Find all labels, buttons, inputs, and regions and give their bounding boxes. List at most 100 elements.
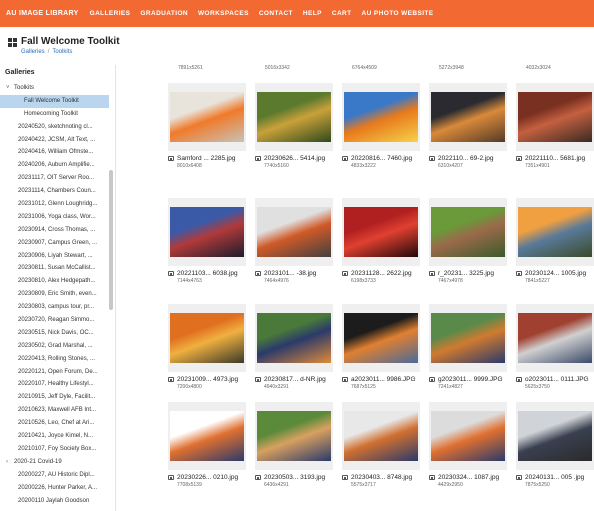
image-thumbnail[interactable]	[518, 313, 592, 363]
image-filename[interactable]: 20240131... 005 .jpg	[525, 474, 584, 481]
image-tile[interactable]: 20220816... 7460.jpg 4833x3222	[342, 83, 420, 169]
image-tile[interactable]: 20230503... 3193.jpg 6436x4291	[255, 402, 333, 488]
image-thumbnail-frame[interactable]	[429, 402, 507, 470]
breadcrumb-toolkits[interactable]: Toolkits	[52, 49, 72, 55]
image-thumbnail-frame[interactable]	[342, 198, 420, 266]
image-tile[interactable]: 20240131... 005 .jpg 7875x5250	[516, 402, 594, 488]
sidebar-item[interactable]: 20230803, campus tour, pr...	[0, 301, 109, 314]
sidebar-item[interactable]: 20230907, Campus Green, ...	[0, 237, 109, 250]
image-filename[interactable]: 20230503... 3193.jpg	[264, 474, 325, 481]
chevron-down-icon[interactable]: ˅	[6, 82, 14, 95]
sidebar-item[interactable]: Fall Welcome Toolkit	[0, 94, 109, 108]
image-thumbnail[interactable]	[518, 411, 592, 461]
image-filename[interactable]: 20231009... 4973.jpg	[177, 376, 238, 383]
sidebar-item[interactable]: 20220413, Rolling Stones, ...	[0, 353, 109, 366]
image-tile[interactable]: 20230817... d-NR.jpg 4940x3291	[255, 304, 333, 390]
sidebar-item[interactable]: 20200110 Jaylah Goodson	[0, 495, 109, 508]
image-thumbnail[interactable]	[170, 313, 244, 363]
image-tile[interactable]: Samford ... 2285.jpg 8010x6408	[168, 83, 246, 169]
image-thumbnail[interactable]	[344, 207, 418, 257]
nav-workspaces[interactable]: WORKSPACES	[198, 10, 249, 17]
sidebar-item[interactable]: 20210526, Leo, Chef at Ari...	[0, 417, 109, 430]
image-filename[interactable]: 20230403... 8748.jpg	[351, 474, 412, 481]
sidebar-item[interactable]: 20210915, Jeff Dyle, Facilit...	[0, 391, 109, 404]
image-tile[interactable]: 20221103... 6038.jpg 7144x4763	[168, 198, 246, 284]
image-thumbnail-frame[interactable]	[168, 402, 246, 470]
sidebar-item[interactable]: 20220121, Open Forum, De...	[0, 366, 109, 379]
image-thumbnail-frame[interactable]	[342, 304, 420, 372]
image-thumbnail[interactable]	[257, 207, 331, 257]
image-tile[interactable]: r_20231... 3225.jpg 7467x4978	[429, 198, 507, 284]
sidebar-item[interactable]: 20230720, Reagan Simmo...	[0, 314, 109, 327]
image-thumbnail[interactable]	[431, 313, 505, 363]
image-thumbnail-frame[interactable]	[168, 304, 246, 372]
chevron-right-icon[interactable]: ›	[6, 456, 14, 469]
image-thumbnail-frame[interactable]	[429, 198, 507, 266]
image-tile[interactable]: 2023101... -38.jpg 7464x4976	[255, 198, 333, 284]
image-tile[interactable]: 20231009... 4973.jpg 7200x4800	[168, 304, 246, 390]
sidebar-scrollbar[interactable]	[109, 170, 113, 310]
sidebar-item[interactable]: 20210107, Foy Society Box...	[0, 443, 109, 456]
image-thumbnail-frame[interactable]	[168, 83, 246, 151]
image-thumbnail-frame[interactable]	[429, 83, 507, 151]
image-thumbnail-frame[interactable]	[342, 402, 420, 470]
image-filename[interactable]: 20230226... 0210.jpg	[177, 474, 238, 481]
sidebar-item[interactable]: 20230906, Liyah Stewart, ...	[0, 250, 109, 263]
image-filename[interactable]: r_20231... 3225.jpg	[438, 270, 494, 277]
breadcrumb-galleries[interactable]: Galleries	[21, 49, 45, 55]
nav-cart[interactable]: CART	[332, 10, 352, 17]
image-tile[interactable]: 20221110... 5681.jpg 7351x4901	[516, 83, 594, 169]
sidebar-item[interactable]: 20240416, William Ofmste...	[0, 146, 109, 159]
image-tile[interactable]: 20230403... 8748.jpg 5575x3717	[342, 402, 420, 488]
sidebar-item[interactable]: 20240206, Auburn Amplifie...	[0, 159, 109, 172]
sidebar-item[interactable]: 20200227, AU Historic Dipl...	[0, 469, 109, 482]
sidebar-item[interactable]: 20230914, Cross Thomas, ...	[0, 224, 109, 237]
image-thumbnail[interactable]	[257, 92, 331, 142]
image-thumbnail[interactable]	[170, 207, 244, 257]
nav-graduation[interactable]: GRADUATION	[140, 10, 188, 17]
sidebar-item[interactable]: 20231117, OIT Server Roo...	[0, 172, 109, 185]
image-thumbnail-frame[interactable]	[516, 198, 594, 266]
image-thumbnail-frame[interactable]	[516, 402, 594, 470]
image-filename[interactable]: 20230324... 1087.jpg	[438, 474, 499, 481]
sidebar-item[interactable]: 20231114, Chambers Coun...	[0, 185, 109, 198]
image-filename[interactable]: o2023011... 0111.JPG	[525, 376, 589, 383]
image-tile[interactable]: 20231128... 2622.jpg 6198x3733	[342, 198, 420, 284]
sidebar-folder[interactable]: › 2020-21 Covid-19	[0, 456, 109, 469]
image-filename[interactable]: 20230626... 5414.jpg	[264, 155, 325, 162]
sidebar-item[interactable]: 20240422, JCSM, Alt Text, ...	[0, 134, 109, 147]
sidebar-item[interactable]: 20210421, Joyce Kimel, N...	[0, 430, 109, 443]
image-thumbnail[interactable]	[170, 411, 244, 461]
sidebar-item[interactable]: Homecoming Toolkit	[0, 108, 109, 121]
image-thumbnail-frame[interactable]	[168, 198, 246, 266]
sidebar-item[interactable]: 20230502, Grad Marshal, ...	[0, 340, 109, 353]
sidebar-folder[interactable]: ˅ Toolkits	[0, 82, 109, 95]
sidebar-item[interactable]: 20231006, Yoga class, Wor...	[0, 211, 109, 224]
image-tile[interactable]: g2023011... 9999.JPG 7241x4827	[429, 304, 507, 390]
image-thumbnail[interactable]	[518, 207, 592, 257]
image-thumbnail-frame[interactable]	[342, 83, 420, 151]
image-thumbnail-frame[interactable]	[255, 198, 333, 266]
sidebar-item[interactable]: 20200226, Hunter Parker, A...	[0, 482, 109, 495]
image-filename[interactable]: a2023011... 9986.JPG	[351, 376, 416, 383]
image-tile[interactable]: 20230324... 1087.jpg 4429x2950	[429, 402, 507, 488]
image-thumbnail[interactable]	[257, 313, 331, 363]
image-thumbnail[interactable]	[344, 313, 418, 363]
image-filename[interactable]: 20221103... 6038.jpg	[177, 270, 238, 277]
nav-au-photo-website[interactable]: AU PHOTO WEBSITE	[362, 10, 434, 17]
image-thumbnail[interactable]	[170, 92, 244, 142]
sidebar-item[interactable]: 20240520, sketchnoting cl...	[0, 121, 109, 134]
image-thumbnail[interactable]	[344, 92, 418, 142]
image-thumbnail[interactable]	[257, 411, 331, 461]
image-tile[interactable]: o2023011... 0111.JPG 5625x3750	[516, 304, 594, 390]
sidebar-item[interactable]: 20210623, Maxwell AFB Int...	[0, 404, 109, 417]
image-thumbnail[interactable]	[518, 92, 592, 142]
image-tile[interactable]: 20230226... 0210.jpg 7708x5139	[168, 402, 246, 488]
image-thumbnail[interactable]	[431, 207, 505, 257]
image-filename[interactable]: 20221110... 5681.jpg	[525, 155, 585, 162]
image-thumbnail-frame[interactable]	[429, 304, 507, 372]
sidebar-item[interactable]: 20230809, Eric Smith, even...	[0, 288, 109, 301]
sidebar-item[interactable]: 20231012, Glenn Loughridg...	[0, 198, 109, 211]
image-filename[interactable]: 20230124... 1005.jpg	[525, 270, 586, 277]
sidebar-item[interactable]: 20230515, Nick Davis, OC...	[0, 327, 109, 340]
